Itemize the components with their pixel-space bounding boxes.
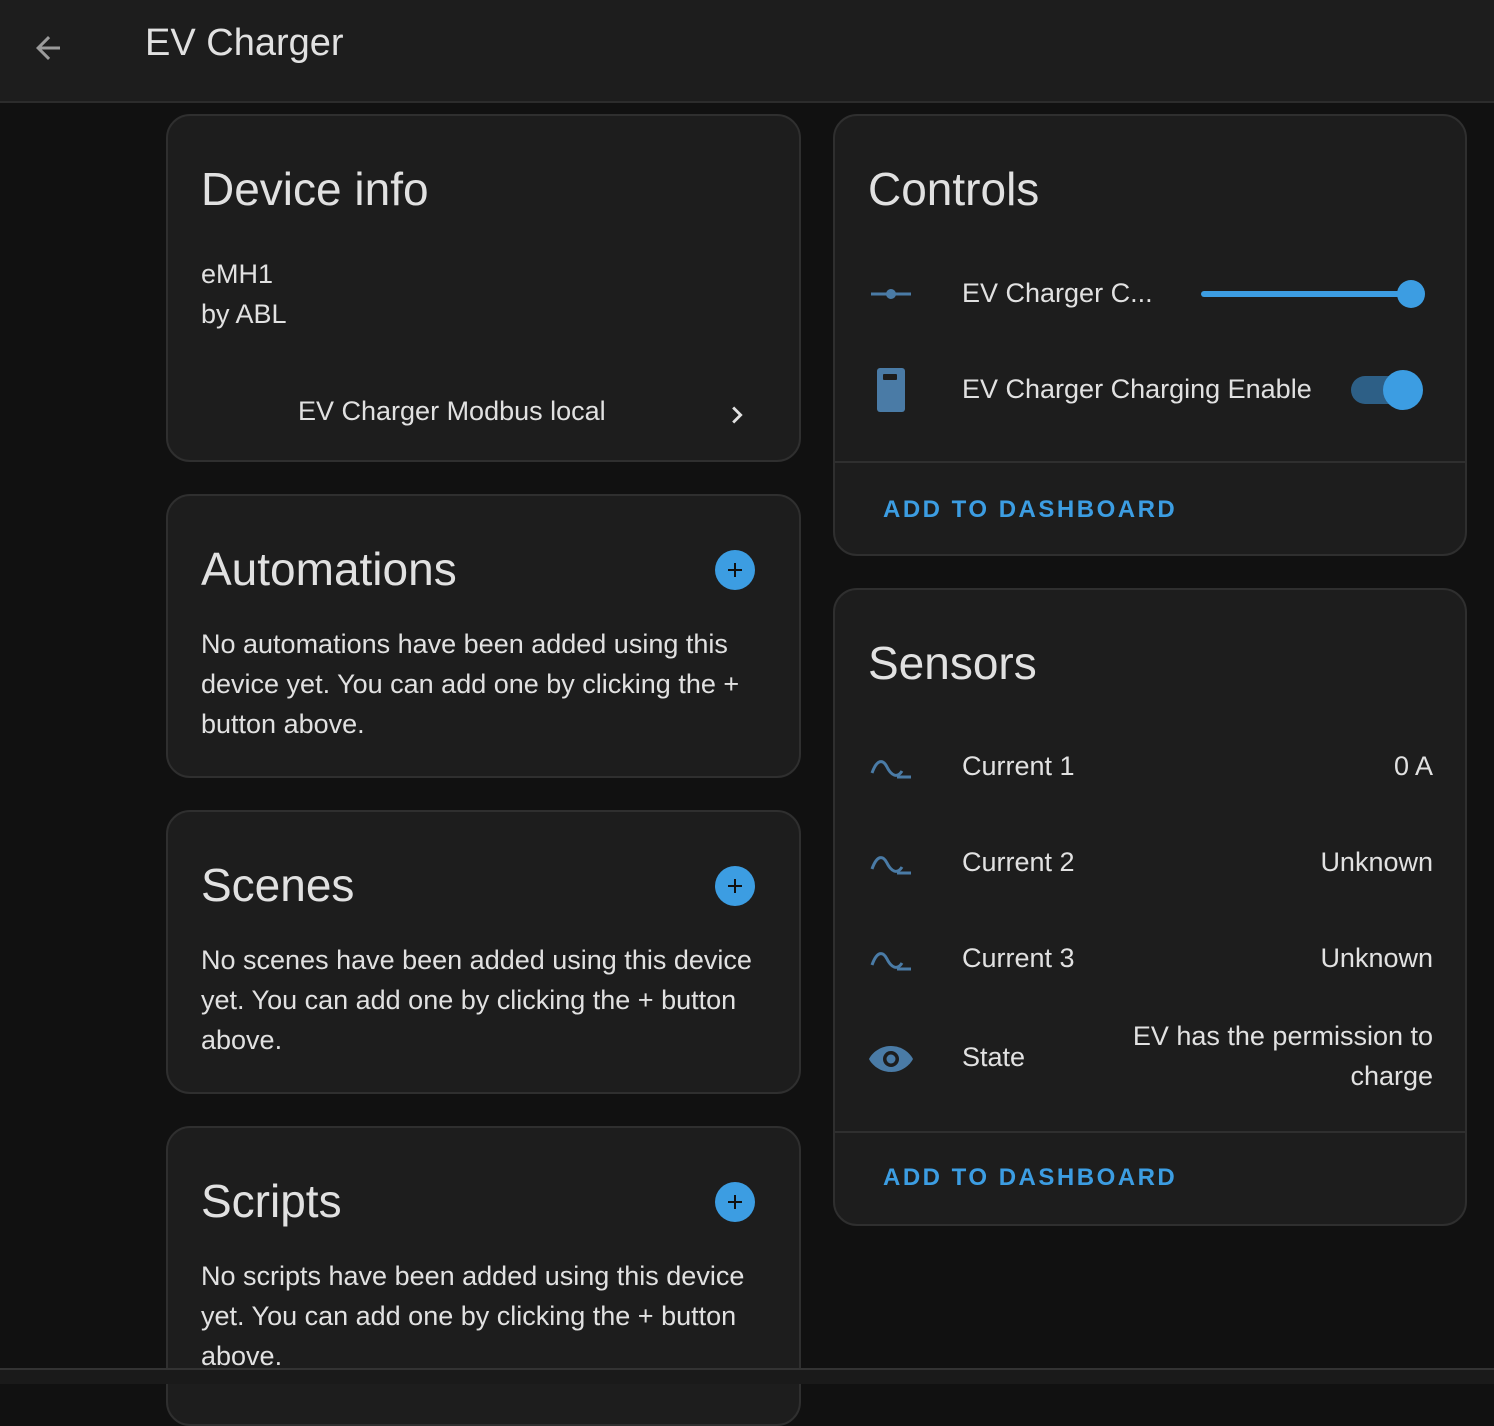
device-info-card: Device info eMH1 by ABL EV Charger Modbu… <box>166 114 801 462</box>
sensor-value: Unknown <box>1320 847 1433 877</box>
slider-icon <box>868 271 914 317</box>
scripts-empty-text: No scripts have been added using this de… <box>201 1261 745 1371</box>
plus-icon <box>728 879 742 893</box>
scenes-title: Scenes <box>201 859 355 911</box>
controls-card: Controls EV Charger C... EV Charger Char… <box>833 114 1467 556</box>
device-manufacturer: by ABL <box>201 299 287 329</box>
current-ac-icon <box>868 746 914 792</box>
sensors-card: Sensors Current 1 0 A Current 2 Unknown <box>833 588 1467 1226</box>
current-ac-icon <box>868 842 914 888</box>
control-row-slider: EV Charger C... <box>835 268 1465 320</box>
divider <box>835 1131 1465 1133</box>
back-button[interactable] <box>22 22 74 74</box>
add-to-dashboard-button[interactable]: ADD TO DASHBOARD <box>883 496 1177 524</box>
ev-station-icon <box>868 367 914 413</box>
scenes-card: Scenes No scenes have been added using t… <box>166 810 801 1094</box>
device-info-title: Device info <box>201 163 429 215</box>
control-label: EV Charger Charging Enable <box>962 374 1312 404</box>
controls-title: Controls <box>868 163 1040 215</box>
integration-link-label: EV Charger Modbus local <box>298 396 606 426</box>
sensor-row[interactable]: Current 1 0 A <box>835 744 1465 794</box>
current-ac-icon <box>868 938 914 984</box>
add-script-button[interactable] <box>715 1182 755 1222</box>
divider <box>835 461 1465 463</box>
control-row-switch: EV Charger Charging Enable <box>835 364 1465 416</box>
automations-title: Automations <box>201 543 457 595</box>
bottom-strip <box>0 1368 1494 1384</box>
add-automation-button[interactable] <box>715 550 755 590</box>
sensor-row[interactable]: Current 2 Unknown <box>835 840 1465 890</box>
plus-icon <box>728 1195 742 1209</box>
sensor-value: 0 A <box>1393 751 1433 781</box>
device-model: eMH1 <box>201 259 274 289</box>
sensor-value: Unknown <box>1320 943 1433 973</box>
sensor-row[interactable]: State EV has the permission to charge <box>835 1014 1465 1104</box>
scenes-empty-text: No scenes have been added using this dev… <box>201 945 752 1055</box>
sensor-value: EV has the permission to charge <box>1132 1021 1433 1091</box>
toggle-thumb <box>1383 370 1423 410</box>
control-label: EV Charger C... <box>962 278 1153 308</box>
slider-thumb[interactable] <box>1397 280 1425 308</box>
slider-track[interactable] <box>1201 291 1411 297</box>
chevron-right-icon <box>732 406 743 424</box>
add-to-dashboard-button[interactable]: ADD TO DASHBOARD <box>883 1164 1177 1192</box>
sensors-title: Sensors <box>868 637 1037 689</box>
arrow-left-icon <box>36 36 60 60</box>
charging-enable-toggle[interactable] <box>1351 370 1423 410</box>
sensor-label: State <box>962 1042 1026 1072</box>
page-title: EV Charger <box>145 22 344 64</box>
add-scene-button[interactable] <box>715 866 755 906</box>
automations-card: Automations No automations have been add… <box>166 494 801 778</box>
sensor-label: Current 1 <box>962 751 1075 781</box>
eye-icon <box>868 1036 914 1082</box>
automations-empty-text: No automations have been added using thi… <box>201 629 740 739</box>
scripts-title: Scripts <box>201 1175 342 1227</box>
sensor-label: Current 3 <box>962 943 1075 973</box>
sensor-label: Current 2 <box>962 847 1075 877</box>
sensor-row[interactable]: Current 3 Unknown <box>835 936 1465 986</box>
integration-link[interactable]: EV Charger Modbus local <box>168 388 799 442</box>
plus-icon <box>728 563 742 577</box>
top-app-bar: EV Charger <box>0 0 1494 103</box>
